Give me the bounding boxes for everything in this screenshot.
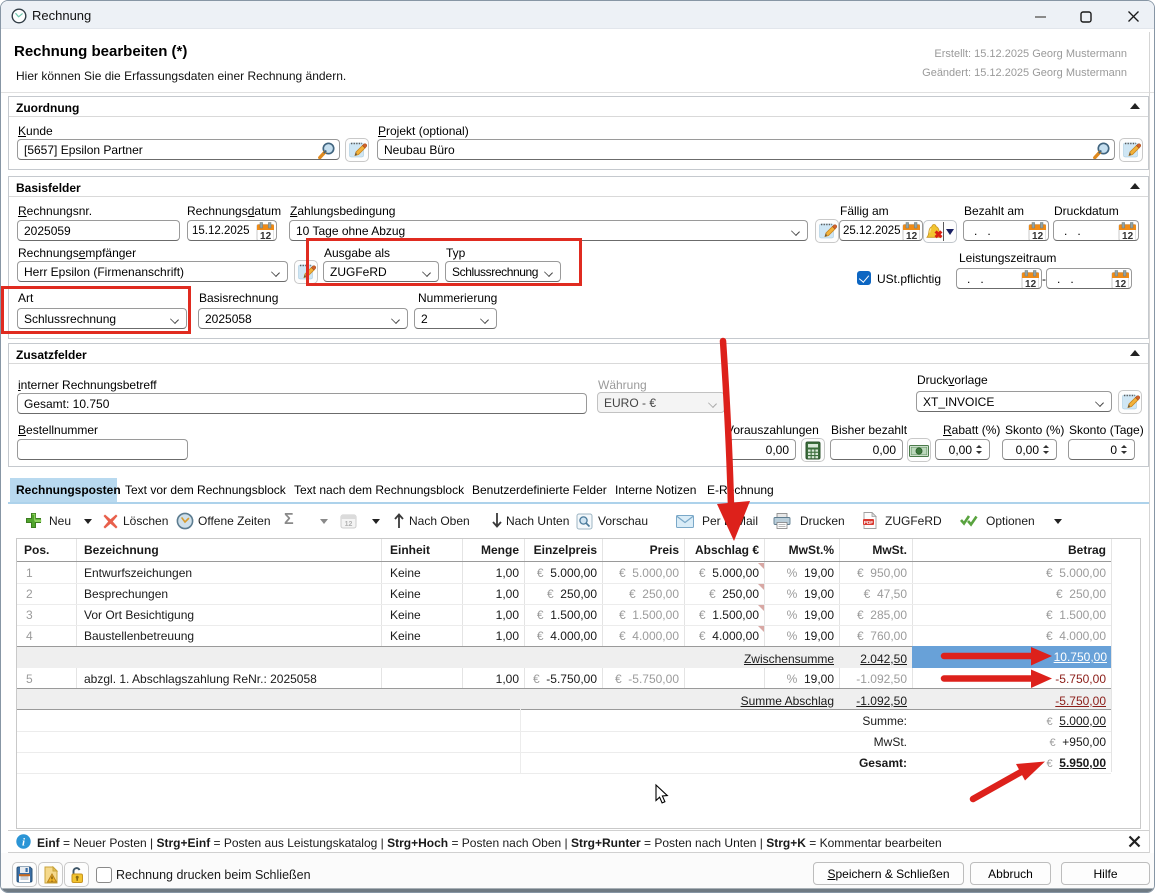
svg-text:12: 12 [345, 521, 353, 528]
svg-text:PDF: PDF [864, 520, 873, 525]
